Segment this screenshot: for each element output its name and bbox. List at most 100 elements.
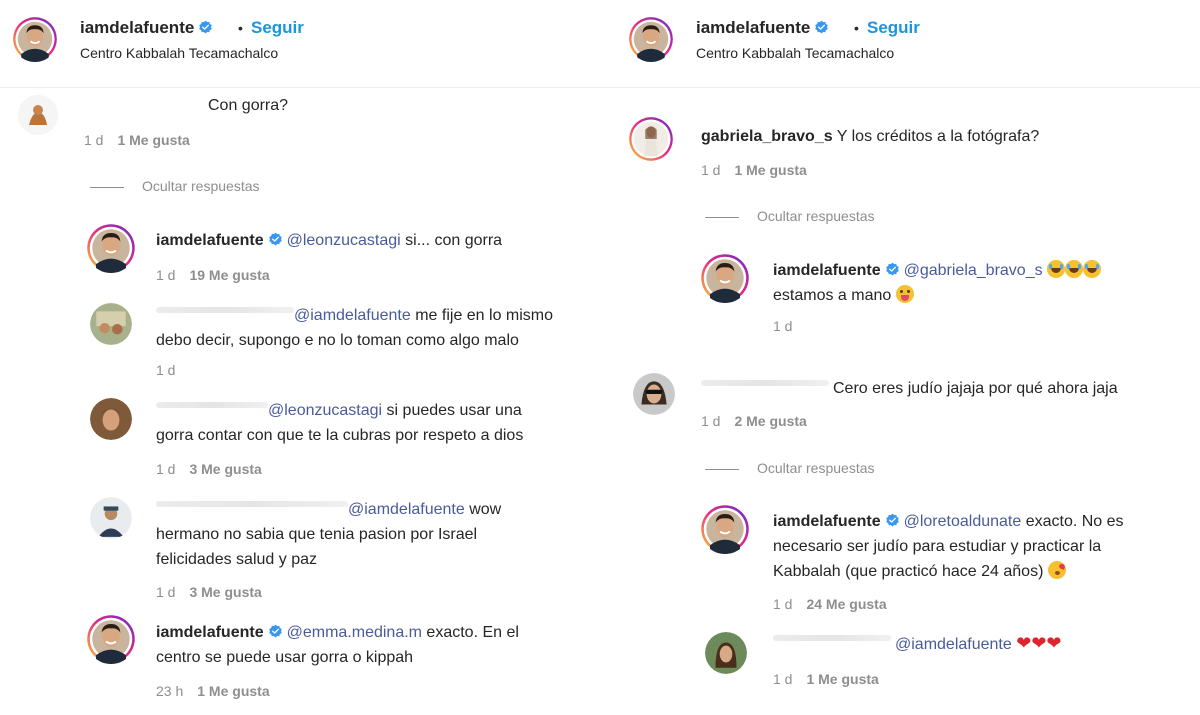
post-location[interactable]: Centro Kabbalah Tecamachalco: [80, 45, 278, 61]
hide-replies-label: Ocultar respuestas: [757, 208, 875, 224]
reply-username[interactable]: iamdelafuente: [773, 513, 881, 530]
right-comments-panel: iamdelafuente • Seguir Centro Kabbalah T…: [605, 0, 1200, 715]
reply-meta: 1 d: [773, 318, 792, 334]
comment-meta: 1 d 1 Me gusta: [84, 132, 190, 148]
reply-meta: 1 d: [156, 362, 175, 378]
commenter-avatar[interactable]: [628, 116, 674, 162]
commenter-avatar[interactable]: [18, 95, 58, 135]
reply-meta: 1 d 1 Me gusta: [773, 671, 879, 687]
reply-text: @iamdelafuente me fije en lo mismo debo …: [156, 303, 553, 353]
reply-mention[interactable]: @iamdelafuente: [294, 307, 411, 324]
follow-button[interactable]: Seguir: [867, 18, 920, 38]
comment-meta: 1 d 1 Me gusta: [701, 162, 807, 178]
reply-meta: 23 h 1 Me gusta: [156, 683, 270, 699]
hide-replies-line: [705, 216, 739, 218]
heart-emoji-icon: ❤: [1031, 633, 1047, 653]
reply-likes[interactable]: 3 Me gusta: [189, 461, 261, 477]
reply-likes[interactable]: 1 Me gusta: [197, 683, 269, 699]
header-username-text: iamdelafuente: [696, 18, 811, 37]
reply-avatar[interactable]: [90, 497, 132, 539]
header-username[interactable]: iamdelafuente: [80, 18, 217, 38]
comment-likes[interactable]: 1 Me gusta: [734, 162, 806, 178]
reply-text: iamdelafuente @emma.medina.m exacto. En e…: [156, 620, 519, 670]
hide-replies-label: Ocultar respuestas: [757, 460, 875, 476]
reply-text: @iamdelafuente wow hermano no sabia que …: [156, 497, 501, 572]
header-separator: •: [854, 20, 859, 36]
reply-likes[interactable]: 3 Me gusta: [189, 584, 261, 600]
reply-body: me fije en lo mismo: [410, 307, 554, 324]
hide-replies-button[interactable]: Ocultar respuestas: [90, 178, 260, 194]
comment-text: Con gorra?: [208, 97, 289, 114]
verified-badge-icon: [885, 262, 900, 277]
reply-meta: 1 d 3 Me gusta: [156, 461, 262, 477]
header-divider: [605, 87, 1200, 88]
reply-mention[interactable]: @gabriela_bravo_s: [904, 262, 1043, 279]
redacted-username: [156, 307, 294, 313]
laughing-emoji-icon: [1065, 260, 1084, 278]
reply-meta: 1 d 3 Me gusta: [156, 584, 262, 600]
reply-text: @leonzucastagi si puedes usar una gorra …: [156, 398, 523, 448]
reply-username[interactable]: iamdelafuente: [773, 262, 881, 279]
hide-replies-label: Ocultar respuestas: [142, 178, 260, 194]
verified-badge-icon: [198, 20, 213, 35]
reply-body-line2: necesario ser judío para estudiar y prac…: [773, 538, 1102, 555]
post-header: iamdelafuente • Seguir Centro Kabbalah T…: [605, 0, 1200, 88]
reply-time: 1 d: [156, 584, 176, 600]
reply-likes[interactable]: 1 Me gusta: [806, 671, 878, 687]
reply-avatar[interactable]: [90, 303, 132, 345]
reply-username[interactable]: iamdelafuente: [156, 624, 264, 641]
comment-body: Cero eres judío jajaja por qué ahora jaj…: [833, 380, 1118, 397]
commenter-avatar[interactable]: [633, 373, 675, 415]
reply-body-line3: Kabbalah (que practicó hace 24 años): [773, 563, 1044, 580]
reply-avatar[interactable]: [700, 253, 750, 303]
reply-text: iamdelafuente @gabriela_bravo_s estamos a…: [773, 258, 1102, 308]
reply-body: exacto. No es: [1021, 513, 1124, 530]
hide-replies-button[interactable]: Ocultar respuestas: [705, 460, 875, 476]
reply-mention[interactable]: @leonzucastagi: [268, 402, 382, 419]
reply-body: exacto. En el: [421, 624, 519, 641]
heart-emoji-icon: ❤: [1016, 633, 1032, 653]
verified-badge-icon: [885, 513, 900, 528]
hide-replies-button[interactable]: Ocultar respuestas: [705, 208, 875, 224]
reply-avatar[interactable]: [86, 223, 136, 273]
reply-avatar[interactable]: [86, 614, 136, 664]
reply-avatar[interactable]: [700, 504, 750, 554]
comment-likes[interactable]: 2 Me gusta: [734, 413, 806, 429]
heart-emoji-icon: ❤: [1046, 633, 1062, 653]
reply-body: wow: [464, 501, 502, 518]
comment-time: 1 d: [84, 132, 104, 148]
reply-avatar[interactable]: [705, 632, 747, 674]
reply-likes[interactable]: 19 Me gusta: [189, 267, 269, 283]
verified-badge-icon: [814, 20, 829, 35]
author-avatar[interactable]: [628, 16, 674, 62]
reply-meta: 1 d 19 Me gusta: [156, 267, 270, 283]
comment-text: Cero eres judío jajaja por qué ahora jaj…: [701, 376, 1118, 401]
reply-time: 1 d: [773, 318, 793, 334]
header-divider: [0, 87, 605, 88]
comment-likes[interactable]: 1 Me gusta: [117, 132, 189, 148]
reply-mention[interactable]: @leonzucastagi: [287, 232, 401, 249]
hide-replies-line: [705, 468, 739, 470]
redacted-username: [156, 402, 268, 408]
reply-meta: 1 d 24 Me gusta: [773, 596, 887, 612]
reply-body-line2: gorra contar con que te la cubras por re…: [156, 427, 524, 444]
reply-mention[interactable]: @loretoaldunate: [904, 513, 1022, 530]
reply-avatar[interactable]: [90, 398, 132, 440]
post-location[interactable]: Centro Kabbalah Tecamachalco: [696, 45, 894, 61]
redacted-username: [773, 635, 891, 641]
left-comments-panel: iamdelafuente • Seguir Centro Kabbalah T…: [0, 0, 605, 715]
comment-meta: 1 d 2 Me gusta: [701, 413, 807, 429]
reply-username[interactable]: iamdelafuente: [156, 232, 264, 249]
kiss-emoji-icon: [1047, 561, 1066, 579]
reply-body-line2: debo decir, supongo e no lo toman como a…: [156, 332, 519, 349]
author-avatar[interactable]: [12, 16, 58, 62]
follow-button[interactable]: Seguir: [251, 18, 304, 38]
reply-mention[interactable]: @iamdelafuente: [348, 501, 465, 518]
comment-username[interactable]: gabriela_bravo_s: [701, 128, 833, 145]
reply-mention[interactable]: @iamdelafuente: [895, 636, 1012, 653]
reply-likes[interactable]: 24 Me gusta: [806, 596, 886, 612]
header-username[interactable]: iamdelafuente: [696, 18, 833, 38]
reply-mention[interactable]: @emma.medina.m: [287, 624, 422, 641]
reply-time: 1 d: [773, 596, 793, 612]
hide-replies-line: [90, 186, 124, 188]
